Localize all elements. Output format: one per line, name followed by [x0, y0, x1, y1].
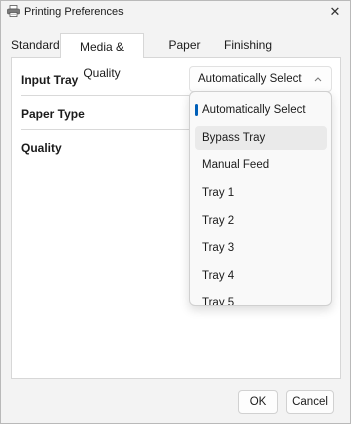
ok-button[interactable]: OK — [238, 390, 278, 414]
dropdown-option[interactable]: Bypass Tray — [195, 126, 327, 150]
title-bar[interactable]: Printing Preferences ✕ — [1, 1, 350, 23]
window-title: Printing Preferences — [24, 6, 124, 18]
close-button[interactable]: ✕ — [324, 2, 346, 22]
input-tray-dropdown-list[interactable]: Automatically Select Bypass Tray Manual … — [189, 91, 332, 306]
cancel-button[interactable]: Cancel — [286, 390, 334, 414]
divider — [21, 95, 198, 96]
dropdown-option[interactable]: Tray 4 — [195, 264, 327, 288]
printing-preferences-window: Printing Preferences ✕ Standard Media & … — [0, 0, 351, 424]
close-icon: ✕ — [329, 4, 341, 19]
chevron-up-icon — [314, 77, 322, 82]
input-tray-value: Automatically Select — [198, 73, 302, 85]
tab-standard[interactable]: Standard — [11, 35, 60, 57]
tab-finishing[interactable]: Finishing — [223, 35, 273, 57]
tab-media-quality[interactable]: Media & Quality — [60, 33, 144, 80]
quality-label: Quality — [21, 141, 62, 155]
selection-indicator — [195, 104, 198, 116]
dropdown-option[interactable]: Tray 3 — [195, 236, 327, 260]
input-tray-combobox[interactable]: Automatically Select — [189, 66, 332, 92]
input-tray-label: Input Tray — [21, 73, 79, 87]
tab-paper-handling[interactable]: Paper Handling — [146, 35, 223, 72]
dropdown-option[interactable]: Tray 1 — [195, 181, 327, 205]
dropdown-option[interactable]: Manual Feed — [195, 153, 327, 177]
dropdown-option[interactable]: Tray 2 — [195, 209, 327, 233]
divider — [21, 129, 198, 130]
printer-icon — [7, 5, 20, 17]
dropdown-option[interactable]: Tray 5 — [195, 291, 327, 305]
paper-type-label: Paper Type — [21, 107, 85, 121]
dropdown-option[interactable]: Automatically Select — [195, 98, 327, 122]
dialog-button-bar: OK Cancel — [1, 379, 350, 423]
